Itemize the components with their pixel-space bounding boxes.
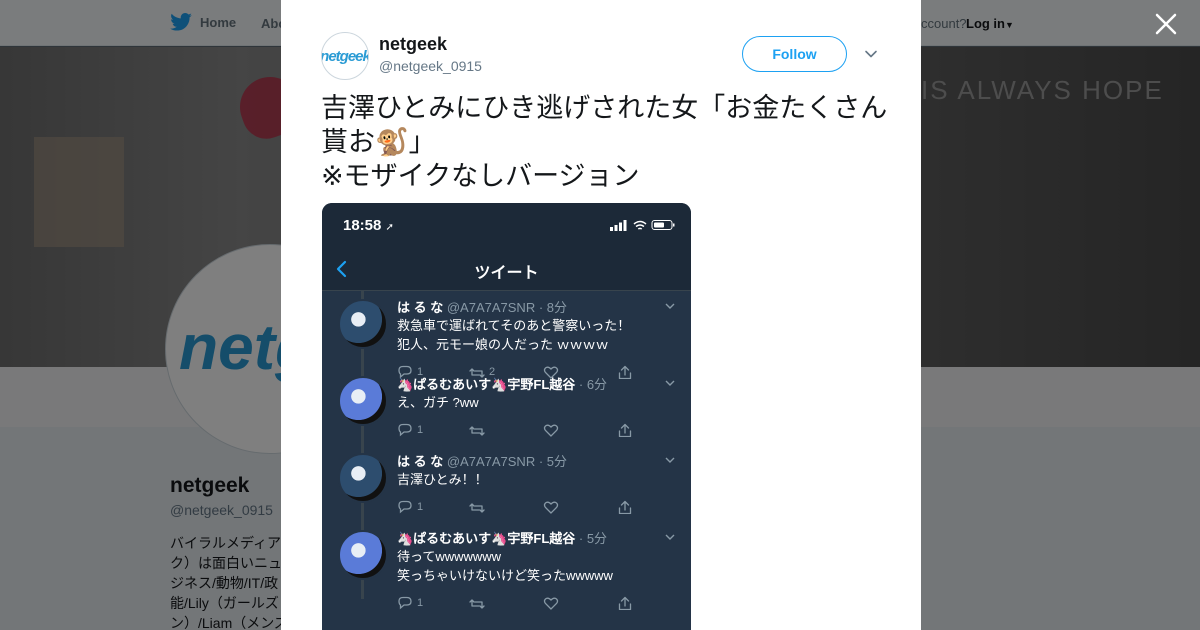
- chevron-down-icon[interactable]: [863, 46, 879, 62]
- tweet-modal: netgeek netgeek @netgeek_0915 Follow 吉澤ひ…: [281, 0, 921, 630]
- reply-handle: @A7A7A7SNR · 8分: [446, 300, 567, 315]
- reply-author[interactable]: は る な @A7A7A7SNR · 5分: [397, 451, 567, 470]
- reply-actions: 1: [397, 498, 637, 516]
- reply-item[interactable]: は る な @A7A7A7SNR · 8分 救急車で運ばれてそのあと警察いった！…: [322, 291, 691, 379]
- reply-author[interactable]: 🦄ぱるむあいす🦄宇野FL越谷 · 5分: [397, 528, 607, 547]
- reply-handle: @A7A7A7SNR · 5分: [446, 454, 567, 469]
- reply-item[interactable]: 🦄ぱるむあいす🦄宇野FL越谷 · 6分 え、ガチ ?ww 1: [322, 368, 691, 445]
- share-action[interactable]: [617, 596, 633, 610]
- reply-icon: [398, 500, 412, 514]
- tweet-media-image[interactable]: 18:58 ➚ ツイート は る な @A7A7A7SNR · 8分 救急車で運…: [322, 203, 691, 630]
- like-action[interactable]: [543, 500, 559, 514]
- reply-avatar[interactable]: [338, 530, 388, 580]
- retweet-action[interactable]: [469, 423, 489, 437]
- retweet-icon: [469, 426, 485, 436]
- reply-author[interactable]: は る な @A7A7A7SNR · 8分: [397, 297, 567, 316]
- share-icon: [618, 500, 632, 514]
- chevron-down-icon[interactable]: [664, 454, 676, 466]
- tweet-text: 吉澤ひとみにひき逃げされた女「お金たくさん貰お🐒」 ※モザイクなしバージョン: [321, 93, 888, 191]
- app-header: ツイート: [322, 247, 691, 291]
- author-avatar-logo: netgeek: [321, 47, 369, 65]
- share-icon: [618, 423, 632, 437]
- share-icon: [618, 596, 632, 610]
- retweet-icon: [469, 599, 485, 609]
- reply-actions: 1: [397, 594, 637, 612]
- retweet-action[interactable]: [469, 500, 489, 514]
- like-icon: [543, 597, 559, 610]
- retweet-action[interactable]: [469, 596, 489, 610]
- reply-action[interactable]: 1: [397, 423, 423, 437]
- reply-handle: · 5分: [578, 531, 608, 546]
- reply-avatar[interactable]: [338, 376, 388, 426]
- reply-text: 救急車で運ばれてそのあと警察いった！ 犯人、元モー娘の人だった ｗｗｗｗ: [397, 318, 631, 352]
- reply-actions: 1: [397, 421, 637, 439]
- reply-icon: [398, 423, 412, 437]
- like-action[interactable]: [543, 423, 559, 437]
- reply-text: え、ガチ ?ww: [397, 395, 479, 410]
- reply-action[interactable]: 1: [397, 500, 423, 514]
- close-icon[interactable]: [1153, 11, 1179, 37]
- author-handle[interactable]: @netgeek_0915: [379, 58, 482, 74]
- like-icon: [543, 424, 559, 437]
- reply-count: 1: [417, 424, 424, 436]
- reply-icon: [398, 596, 412, 610]
- share-action[interactable]: [617, 500, 633, 514]
- author-avatar[interactable]: netgeek: [321, 32, 369, 80]
- reply-count: 1: [417, 501, 424, 513]
- reply-avatar[interactable]: [338, 453, 388, 503]
- reply-handle: · 6分: [578, 377, 608, 392]
- chevron-down-icon[interactable]: [664, 531, 676, 543]
- chevron-down-icon[interactable]: [664, 300, 676, 312]
- like-action[interactable]: [543, 596, 559, 610]
- reply-author[interactable]: 🦄ぱるむあいす🦄宇野FL越谷 · 6分: [397, 374, 607, 393]
- reply-action[interactable]: 1: [397, 596, 423, 610]
- like-icon: [543, 501, 559, 514]
- app-title: ツイート: [474, 265, 539, 282]
- chevron-down-icon[interactable]: [664, 377, 676, 389]
- reply-text: 吉澤ひとみ！！: [397, 472, 488, 487]
- reply-item[interactable]: 🦄ぱるむあいす🦄宇野FL越谷 · 5分 待ってwwwwwww 笑っちゃいけないけ…: [322, 522, 691, 610]
- phone-status-bar: 18:58 ➚: [322, 203, 691, 247]
- reply-count: 1: [417, 597, 424, 609]
- author-name[interactable]: netgeek: [379, 34, 447, 55]
- follow-button[interactable]: Follow: [742, 36, 847, 72]
- share-action[interactable]: [617, 423, 633, 437]
- reply-avatar[interactable]: [338, 299, 388, 349]
- status-time: 18:58 ➚: [343, 217, 394, 234]
- reply-item[interactable]: は る な @A7A7A7SNR · 5分 吉澤ひとみ！！ 1: [322, 445, 691, 522]
- location-arrow-icon: ➚: [385, 222, 394, 233]
- retweet-icon: [469, 503, 485, 513]
- reply-text: 待ってwwwwwww 笑っちゃいけないけど笑ったwwwww: [397, 549, 613, 583]
- status-icons: [610, 220, 675, 231]
